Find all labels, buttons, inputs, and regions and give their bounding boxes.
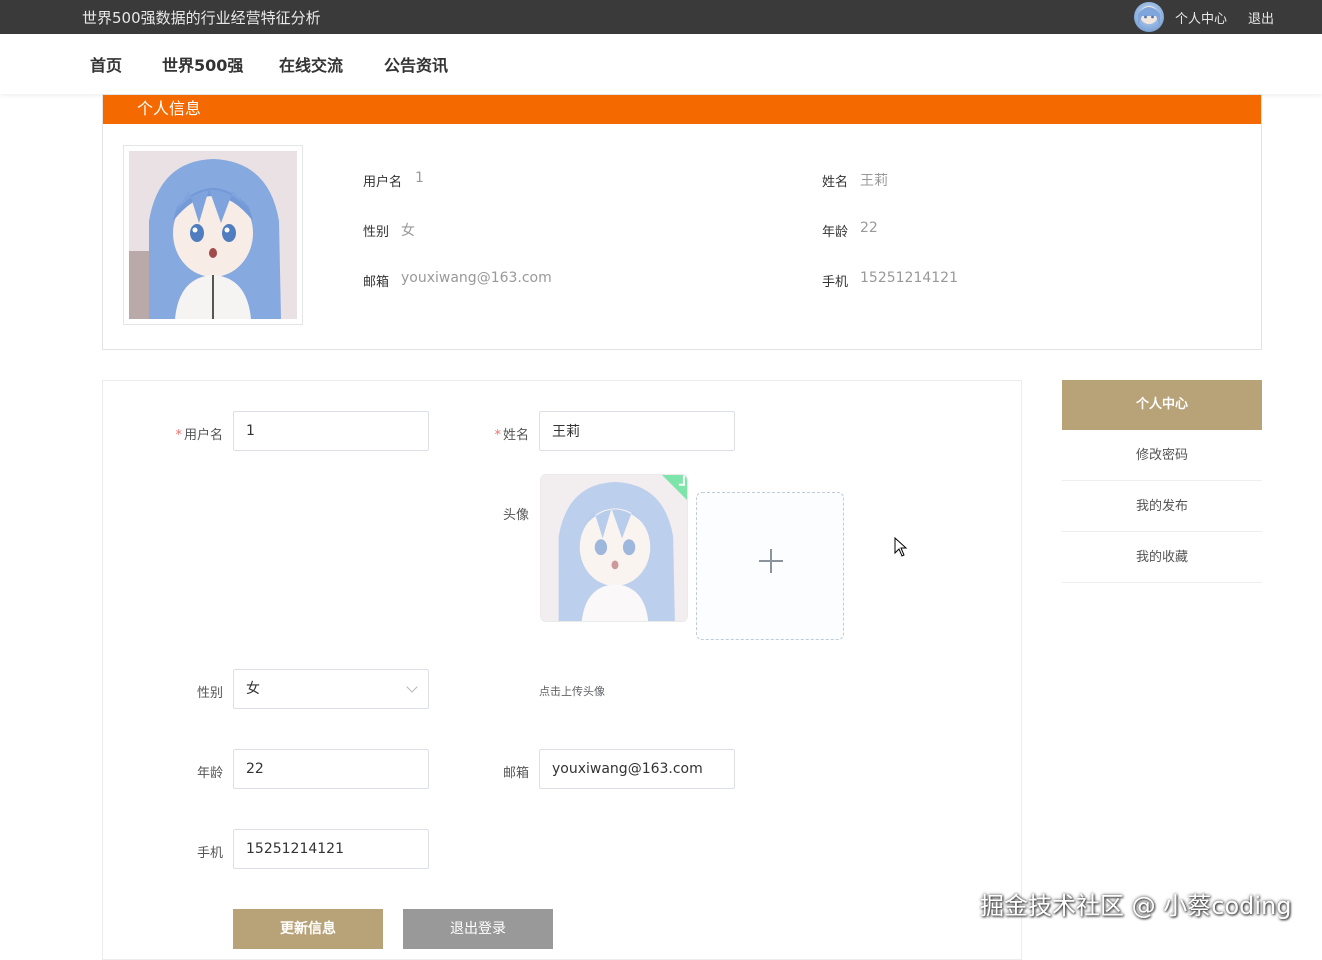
profile-age-value: 22 (860, 220, 878, 236)
site-title: 世界500强数据的行业经营特征分析 (82, 9, 321, 27)
side-menu: 个人中心 修改密码 我的发布 我的收藏 (1062, 380, 1262, 583)
profile-username-label: 用户名 (363, 175, 403, 190)
logout-link[interactable]: 退出 (1248, 8, 1274, 27)
profile-email-value: youxiwang@163.com (401, 270, 552, 286)
age-input[interactable] (233, 749, 429, 789)
top-bar: 世界500强数据的行业经营特征分析 个人中心 退出 (0, 0, 1322, 34)
form-email-label: 邮箱 (502, 766, 529, 781)
form-avatar-label: 头像 (502, 508, 529, 523)
form-phone-label: 手机 (196, 846, 223, 861)
side-item-my-favorites[interactable]: 我的收藏 (1062, 532, 1262, 583)
gender-select-value: 女 (246, 681, 260, 697)
form-username-label-text: 用户名 (183, 428, 223, 443)
profile-age-label: 年龄 (822, 225, 849, 240)
profile-email-label: 邮箱 (363, 275, 390, 290)
main-nav: 首页 世界500强 在线交流 公告资讯 (0, 34, 1322, 94)
watermark: 掘金技术社区 @ 小蔡coding (980, 892, 1292, 920)
mouse-cursor-icon (894, 537, 908, 557)
nav-item-top500[interactable]: 世界500强 (162, 52, 243, 76)
edit-profile-form: *用户名 *姓名 头像 点击上传头像 性别 女 年龄 邮箱 手机 更新信息 退出… (102, 380, 1022, 960)
form-username-label: * 用户名 (175, 428, 223, 443)
upload-tip: 点击上传头像 (539, 685, 605, 698)
profile-name-value: 王莉 (860, 173, 888, 189)
profile-card-header: 个人信息 (103, 95, 1261, 124)
side-item-personal-center[interactable]: 个人中心 (1062, 380, 1262, 430)
name-input[interactable] (539, 411, 735, 451)
username-input[interactable] (233, 411, 429, 451)
profile-card: 个人信息 用户名 1 姓名 王莉 性别 女 年龄 22 邮箱 youxiwang… (102, 94, 1262, 350)
profile-gender-label: 性别 (363, 225, 390, 240)
phone-input[interactable] (233, 829, 429, 869)
form-name-label: * 姓名 (494, 428, 529, 443)
gender-select[interactable]: 女 (233, 669, 429, 709)
profile-name-label: 姓名 (822, 175, 849, 190)
avatar-preview[interactable] (540, 474, 688, 622)
email-input[interactable] (539, 749, 735, 789)
form-age-label: 年龄 (196, 766, 223, 781)
profile-photo (129, 151, 297, 319)
nav-item-forum[interactable]: 在线交流 (279, 52, 343, 76)
profile-gender-value: 女 (401, 223, 415, 239)
chevron-down-icon (406, 681, 418, 693)
personal-center-link[interactable]: 个人中心 (1175, 8, 1227, 27)
profile-phone-label: 手机 (822, 275, 849, 290)
avatar-upload-button[interactable] (696, 492, 844, 640)
nav-item-home[interactable]: 首页 (90, 52, 122, 76)
profile-photo-frame (123, 145, 303, 325)
profile-phone-value: 15251214121 (860, 270, 958, 286)
form-gender-label: 性别 (196, 686, 223, 701)
form-name-label-text: 姓名 (502, 428, 529, 443)
update-info-button[interactable]: 更新信息 (233, 909, 383, 949)
user-avatar[interactable] (1134, 2, 1164, 32)
nav-item-news[interactable]: 公告资讯 (384, 52, 448, 76)
profile-username-value: 1 (415, 170, 424, 186)
logout-button[interactable]: 退出登录 (403, 909, 553, 949)
side-item-my-posts[interactable]: 我的发布 (1062, 481, 1262, 532)
side-item-change-password[interactable]: 修改密码 (1062, 430, 1262, 481)
profile-card-title: 个人信息 (137, 99, 202, 118)
